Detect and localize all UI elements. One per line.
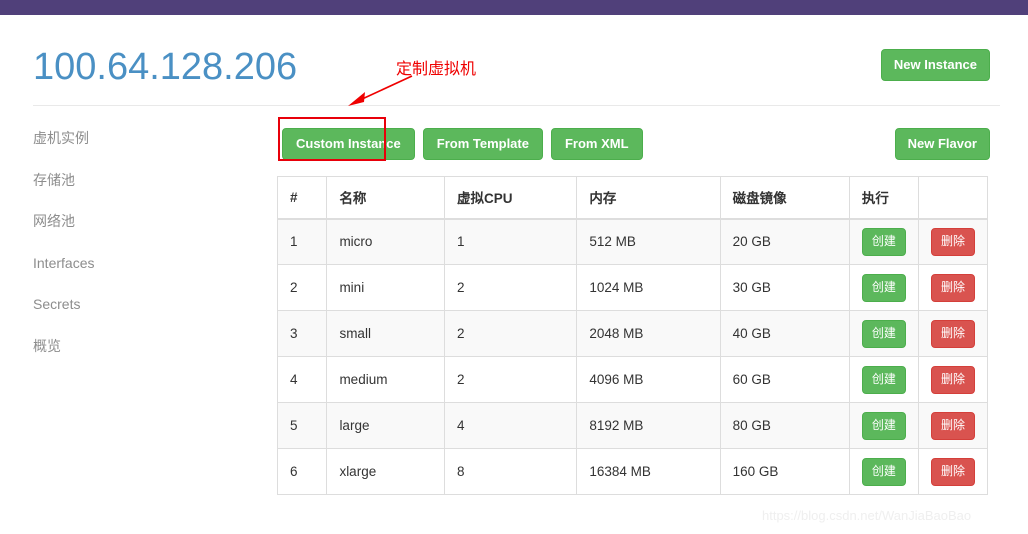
cell-vcpu: 4	[443, 402, 578, 449]
delete-button[interactable]: 删除	[930, 227, 975, 256]
header-vcpu: 虚拟CPU	[443, 176, 578, 220]
from-xml-button[interactable]: From XML	[550, 128, 643, 160]
page-title: 100.64.128.206	[33, 46, 298, 88]
sidebar-item-network[interactable]: 网络池	[33, 213, 243, 230]
cell-disk: 60 GB	[719, 356, 850, 403]
cell-index: 5	[276, 402, 328, 449]
cell-create-action: 创建	[848, 264, 919, 311]
sidebar-item-storage[interactable]: 存储池	[33, 172, 243, 189]
cell-create-action: 创建	[848, 218, 919, 265]
watermark-text: https://blog.csdn.net/WanJiaBaoBao	[762, 508, 972, 523]
cell-create-action: 创建	[848, 448, 919, 495]
sidebar-item-overview[interactable]: 概览	[33, 338, 243, 355]
from-template-button[interactable]: From Template	[422, 128, 543, 160]
table-row: 4 medium 2 4096 MB 60 GB 创建 删除	[276, 356, 989, 403]
cell-memory: 1024 MB	[576, 264, 721, 311]
header-divider	[33, 105, 1000, 106]
delete-button[interactable]: 删除	[930, 319, 975, 348]
header-index: #	[276, 176, 328, 220]
cell-memory: 4096 MB	[576, 356, 721, 403]
delete-button[interactable]: 删除	[930, 273, 975, 302]
delete-button[interactable]: 删除	[930, 457, 975, 486]
cell-delete-action: 删除	[917, 356, 989, 403]
cell-delete-action: 删除	[917, 448, 989, 495]
cell-create-action: 创建	[848, 356, 919, 403]
cell-vcpu: 1	[443, 218, 578, 265]
create-button[interactable]: 创建	[861, 365, 906, 394]
cell-disk: 80 GB	[719, 402, 850, 449]
sidebar-item-instances[interactable]: 虚机实例	[33, 130, 243, 147]
cell-index: 6	[276, 448, 328, 495]
new-instance-button[interactable]: New Instance	[880, 49, 990, 81]
header-disk: 磁盘镜像	[719, 176, 850, 220]
cell-index: 2	[276, 264, 328, 311]
cell-name: mini	[326, 264, 445, 311]
header-actions: 执行	[848, 176, 919, 220]
cell-disk: 40 GB	[719, 310, 850, 357]
flavor-table: # 名称 虚拟CPU 内存 磁盘镜像 执行 1 micro 1 512 MB 2…	[276, 176, 989, 495]
cell-create-action: 创建	[848, 402, 919, 449]
table-header-row: # 名称 虚拟CPU 内存 磁盘镜像 执行	[276, 176, 989, 220]
cell-index: 4	[276, 356, 328, 403]
cell-disk: 30 GB	[719, 264, 850, 311]
table-row: 6 xlarge 8 16384 MB 160 GB 创建 删除	[276, 448, 989, 495]
cell-index: 1	[276, 218, 328, 265]
cell-vcpu: 8	[443, 448, 578, 495]
cell-name: xlarge	[326, 448, 445, 495]
table-row: 3 small 2 2048 MB 40 GB 创建 删除	[276, 310, 989, 357]
cell-vcpu: 2	[443, 356, 578, 403]
cell-vcpu: 2	[443, 310, 578, 357]
cell-vcpu: 2	[443, 264, 578, 311]
create-button[interactable]: 创建	[861, 411, 906, 440]
cell-memory: 512 MB	[576, 218, 721, 265]
cell-disk: 160 GB	[719, 448, 850, 495]
cell-delete-action: 删除	[917, 402, 989, 449]
cell-delete-action: 删除	[917, 264, 989, 311]
cell-disk: 20 GB	[719, 218, 850, 265]
header-name: 名称	[326, 176, 445, 220]
custom-instance-button[interactable]: Custom Instance	[282, 128, 415, 160]
create-button[interactable]: 创建	[861, 227, 906, 256]
create-button[interactable]: 创建	[861, 319, 906, 348]
annotation-label: 定制虚拟机	[396, 61, 477, 78]
cell-name: small	[326, 310, 445, 357]
cell-name: micro	[326, 218, 445, 265]
top-accent-bar	[0, 0, 1028, 15]
table-row: 1 micro 1 512 MB 20 GB 创建 删除	[276, 218, 989, 265]
cell-create-action: 创建	[848, 310, 919, 357]
create-button[interactable]: 创建	[861, 457, 906, 486]
sidebar-item-secrets[interactable]: Secrets	[33, 296, 243, 313]
header-actions-spacer	[917, 176, 989, 220]
instance-action-toolbar: Custom Instance From Template From XML	[282, 128, 643, 160]
cell-index: 3	[276, 310, 328, 357]
table-head: # 名称 虚拟CPU 内存 磁盘镜像 执行	[276, 176, 989, 220]
cell-delete-action: 删除	[917, 310, 989, 357]
sidebar-nav: 虚机实例 存储池 网络池 Interfaces Secrets 概览	[33, 130, 243, 379]
delete-button[interactable]: 删除	[930, 365, 975, 394]
cell-delete-action: 删除	[917, 218, 989, 265]
cell-memory: 2048 MB	[576, 310, 721, 357]
cell-name: large	[326, 402, 445, 449]
delete-button[interactable]: 删除	[930, 411, 975, 440]
header-memory: 内存	[576, 176, 721, 220]
sidebar-item-interfaces[interactable]: Interfaces	[33, 255, 243, 272]
new-flavor-button[interactable]: New Flavor	[894, 128, 990, 160]
table-row: 2 mini 2 1024 MB 30 GB 创建 删除	[276, 264, 989, 311]
cell-memory: 16384 MB	[576, 448, 721, 495]
table-body: 1 micro 1 512 MB 20 GB 创建 删除 2 mini 2 10…	[276, 218, 989, 495]
table-row: 5 large 4 8192 MB 80 GB 创建 删除	[276, 402, 989, 449]
cell-name: medium	[326, 356, 445, 403]
cell-memory: 8192 MB	[576, 402, 721, 449]
create-button[interactable]: 创建	[861, 273, 906, 302]
